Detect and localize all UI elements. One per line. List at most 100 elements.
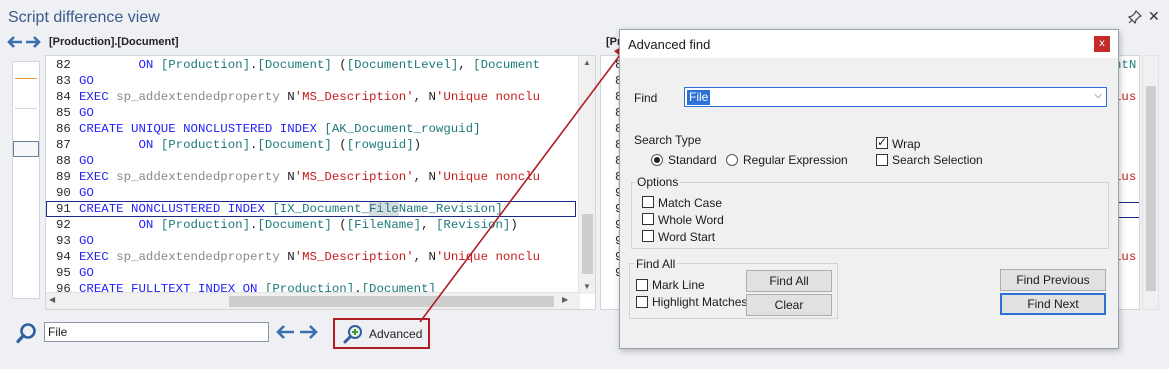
viewport-indicator[interactable] [13, 141, 39, 157]
pin-icon[interactable] [1128, 10, 1142, 24]
line-number: 84 [56, 90, 71, 104]
regular-expression-radio[interactable] [726, 154, 738, 166]
advanced-button[interactable]: Advanced [333, 318, 430, 349]
scroll-right-icon[interactable]: ▶ [562, 295, 568, 304]
scroll-thumb[interactable] [1146, 86, 1156, 291]
code-token: 'Unique nonclu [435, 250, 541, 264]
code-token: ON [138, 138, 154, 152]
whole-word-checkbox[interactable] [642, 213, 654, 225]
code-token: ) [413, 138, 422, 152]
code-token: ( [331, 58, 347, 72]
next-diff-arrow-icon[interactable] [25, 35, 42, 49]
left-object-name: [Production].[Document] [49, 36, 179, 48]
line-number: 91 [56, 202, 71, 216]
match-case-checkbox[interactable] [642, 196, 654, 208]
scroll-left-icon[interactable]: ◀ [49, 295, 55, 304]
code-token: [Production] [160, 138, 251, 152]
dialog-close-button[interactable]: x [1094, 36, 1110, 52]
search-input[interactable]: File [44, 322, 269, 342]
clear-button[interactable]: Clear [746, 294, 832, 316]
dialog-header: Advanced find x [620, 30, 1118, 58]
code-token: [Document] [257, 58, 332, 72]
line-number: 90 [56, 186, 71, 200]
vertical-scrollbar[interactable]: ▲ ▼ [578, 56, 595, 294]
code-line[interactable]: 86 CREATE UNIQUE NONCLUSTERED INDEX [AK_D… [46, 121, 576, 137]
code-token: [AK_Document_rowguid] [324, 122, 481, 136]
highlight-matches-checkbox[interactable] [636, 296, 648, 308]
code-lines: 82 ON [Production].[Document] ([Document… [46, 57, 576, 297]
code-token: EXEC [79, 170, 109, 184]
standard-radio[interactable] [651, 154, 663, 166]
code-line[interactable]: 92 ON [Production].[Document] ([FileName… [46, 217, 576, 233]
chevron-down-icon[interactable]: ⌵ [1094, 90, 1102, 101]
code-line[interactable]: 95 GO [46, 265, 576, 281]
find-next-button[interactable]: Find Next [1000, 293, 1106, 315]
code-line[interactable]: 82 ON [Production].[Document] ([Document… [46, 57, 576, 73]
code-token: , N [413, 250, 436, 264]
advanced-button-label: Advanced [369, 326, 423, 341]
code-line[interactable]: 91 CREATE NONCLUSTERED INDEX [IX_Document… [46, 201, 576, 217]
code-token: ) [510, 218, 518, 232]
line-number: 93 [56, 234, 71, 248]
code-token: ( [331, 138, 347, 152]
code-line[interactable]: 88 GO [46, 153, 576, 169]
diff-marker [15, 78, 37, 79]
wrap-checkbox[interactable] [876, 135, 888, 149]
word-start-label[interactable]: Word Start [658, 230, 715, 244]
mark-line-checkbox[interactable] [636, 279, 648, 291]
scroll-up-icon[interactable]: ▲ [583, 58, 591, 67]
scroll-down-icon[interactable]: ▼ [583, 282, 591, 291]
find-all-button[interactable]: Find All [746, 270, 832, 292]
wrap-label[interactable]: Wrap [892, 137, 920, 151]
search-selection-label[interactable]: Search Selection [892, 153, 983, 167]
find-combobox[interactable]: File ⌵ [684, 87, 1107, 107]
code-token: [FileName] [346, 218, 422, 232]
match-case-label[interactable]: Match Case [658, 196, 722, 210]
previous-diff-arrow-icon[interactable] [6, 35, 23, 49]
find-next-arrow-icon[interactable] [299, 324, 319, 340]
standard-label[interactable]: Standard [668, 153, 717, 167]
highlight-matches-label[interactable]: Highlight Matches [652, 295, 747, 309]
search-selection-checkbox[interactable] [876, 154, 888, 166]
code-line[interactable]: 87 ON [Production].[Document] ([rowguid]… [46, 137, 576, 153]
code-token: sp_addextendedproperty [116, 250, 280, 264]
advanced-find-dialog: Advanced find x Find File ⌵ Search Type … [619, 29, 1119, 349]
scroll-thumb[interactable] [229, 296, 554, 307]
code-token: sp_addextendedproperty [116, 170, 280, 184]
right-vertical-scrollbar[interactable] [1142, 55, 1159, 310]
code-line[interactable]: 90 GO [46, 185, 576, 201]
code-line[interactable]: 94 EXEC sp_addextendedproperty N'MS_Descr… [46, 249, 576, 265]
mark-line-label[interactable]: Mark Line [652, 278, 705, 292]
code-token: 'MS_Description' [294, 170, 414, 184]
code-token: ( [331, 218, 347, 232]
whole-word-label[interactable]: Whole Word [658, 213, 724, 227]
code-token: , [421, 218, 436, 232]
code-token: GO [79, 74, 94, 88]
find-previous-button[interactable]: Find Previous [1000, 269, 1106, 291]
code-token: GO [79, 266, 94, 280]
find-previous-arrow-icon[interactable] [275, 324, 295, 340]
word-start-checkbox[interactable] [642, 230, 654, 242]
code-line[interactable]: 93 GO [46, 233, 576, 249]
code-line[interactable]: 83 GO [46, 73, 576, 89]
code-line[interactable]: 84 EXEC sp_addextendedproperty N'MS_Descr… [46, 89, 576, 105]
find-input-value[interactable]: File [687, 90, 711, 105]
line-number: 82 [56, 58, 71, 72]
regular-expression-label[interactable]: Regular Expression [743, 153, 848, 167]
left-script-editor[interactable]: 82 ON [Production].[Document] ([Document… [45, 55, 596, 310]
code-token: 'MS_Description' [294, 90, 414, 104]
code-token: CREATE UNIQUE NONCLUSTERED INDEX [79, 122, 317, 136]
line-number: 85 [56, 106, 71, 120]
code-line[interactable]: 89 EXEC sp_addextendedproperty N'MS_Descr… [46, 169, 576, 185]
code-token: , N [413, 90, 436, 104]
code-line[interactable]: 85 GO [46, 105, 576, 121]
scroll-thumb[interactable] [582, 214, 593, 274]
diff-overview-ruler[interactable] [12, 61, 40, 299]
horizontal-scrollbar[interactable]: ◀ ▶ [46, 292, 580, 309]
line-number: 88 [56, 154, 71, 168]
close-icon[interactable]: ✕ [1148, 8, 1160, 25]
code-token: [Document [473, 58, 541, 72]
